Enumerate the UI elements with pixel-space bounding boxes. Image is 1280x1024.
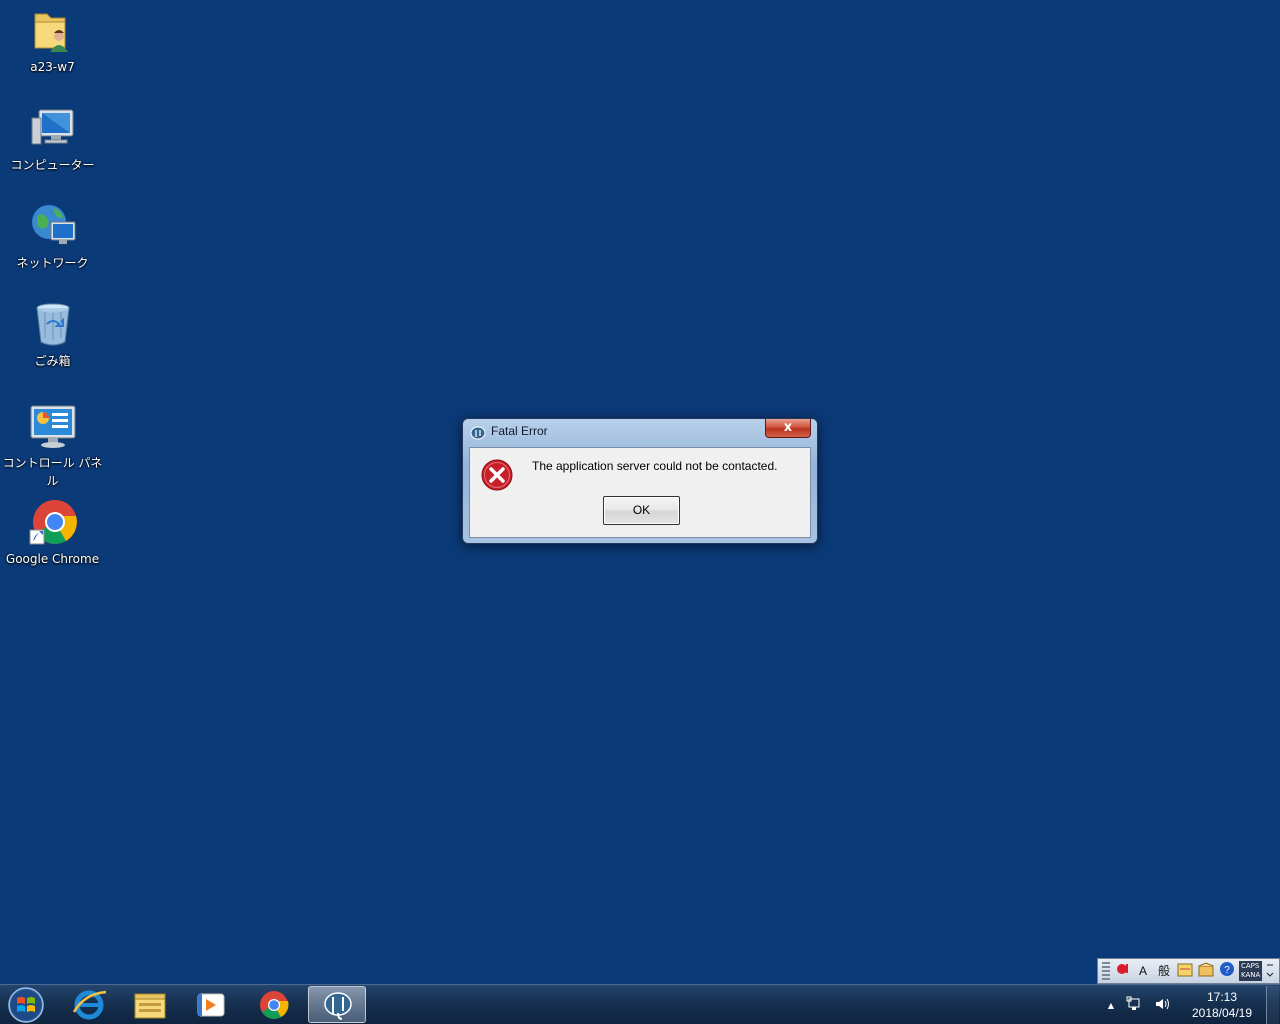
desktop-icon-computer[interactable]: コンピューター bbox=[0, 104, 105, 174]
file-explorer-icon bbox=[134, 993, 166, 1019]
taskbar-internet-explorer[interactable] bbox=[60, 986, 118, 1023]
taskbar: ▲ 17:13 2018/04/19 bbox=[0, 984, 1280, 1024]
desktop-icon-recycle-bin[interactable]: ごみ箱 bbox=[0, 300, 105, 370]
desktop-icon-control-panel[interactable]: コントロール パネル bbox=[0, 402, 105, 490]
desktop-icon-label: ごみ箱 bbox=[34, 354, 71, 368]
caps-indicator: CAPS bbox=[1241, 962, 1260, 970]
ime-tool-icon[interactable] bbox=[1197, 961, 1215, 981]
desktop-icon-google-chrome[interactable]: Google Chrome bbox=[0, 498, 105, 568]
kana-indicator: KANA bbox=[1241, 971, 1261, 979]
ime-input-mode[interactable]: A bbox=[1134, 961, 1152, 981]
pgadmin-elephant-icon bbox=[324, 992, 352, 1020]
chrome-icon bbox=[29, 498, 77, 546]
desktop-icon-label: ネットワーク bbox=[16, 256, 89, 270]
ime-conversion-mode[interactable]: 般 bbox=[1155, 961, 1173, 981]
ok-button[interactable]: OK bbox=[603, 496, 680, 525]
pgadmin-elephant-icon bbox=[470, 425, 486, 441]
ime-pad-icon[interactable] bbox=[1176, 961, 1194, 981]
desktop-icon-label: コントロール パネル bbox=[2, 456, 103, 488]
desktop-icon-label: コンピューター bbox=[10, 158, 95, 172]
desktop-icon-a23-w7[interactable]: a23-w7 bbox=[0, 6, 105, 76]
start-button[interactable] bbox=[4, 986, 48, 1024]
clock[interactable]: 17:13 2018/04/19 bbox=[1182, 989, 1262, 1021]
taskbar-google-chrome[interactable] bbox=[245, 986, 303, 1023]
error-message: The application server could not be cont… bbox=[532, 459, 778, 473]
show-desktop-button[interactable] bbox=[1266, 986, 1279, 1024]
fatal-error-dialog: Fatal Error x The application server cou… bbox=[462, 418, 818, 544]
taskbar-pgadmin[interactable] bbox=[308, 986, 366, 1023]
error-icon bbox=[481, 459, 513, 491]
computer-icon bbox=[29, 104, 77, 152]
dialog-titlebar[interactable]: Fatal Error x bbox=[463, 419, 817, 445]
volume-icon[interactable] bbox=[1154, 996, 1170, 1015]
dialog-body: The application server could not be cont… bbox=[469, 447, 811, 538]
system-tray: ▲ 17:13 2018/04/19 bbox=[1102, 985, 1280, 1024]
ime-status-icon[interactable] bbox=[1113, 961, 1131, 981]
close-button[interactable]: x bbox=[765, 419, 811, 438]
show-hidden-icons-button[interactable]: ▲ bbox=[1108, 1001, 1114, 1010]
chrome-icon bbox=[260, 991, 289, 1019]
network-status-icon[interactable] bbox=[1126, 996, 1142, 1015]
internet-explorer-icon bbox=[72, 990, 107, 1020]
close-icon: x bbox=[783, 420, 793, 435]
dialog-title: Fatal Error bbox=[491, 424, 548, 438]
media-player-icon bbox=[197, 993, 225, 1017]
minimize-langbar-icon[interactable] bbox=[1265, 961, 1275, 981]
start-orb-icon bbox=[8, 987, 44, 1023]
desktop-icon-label: a23-w7 bbox=[30, 60, 75, 74]
desktop-icon-network[interactable]: ネットワーク bbox=[0, 202, 105, 272]
recycle-bin-icon bbox=[29, 300, 77, 348]
ime-language-bar: A 般 ? CAPS KANA bbox=[1097, 958, 1280, 984]
ime-lock-indicators: CAPS KANA bbox=[1239, 961, 1263, 981]
network-icon bbox=[29, 202, 77, 250]
grip-handle-icon[interactable] bbox=[1102, 962, 1110, 980]
svg-text:?: ? bbox=[1224, 965, 1230, 976]
clock-date: 2018/04/19 bbox=[1191, 1006, 1253, 1020]
clock-time: 17:13 bbox=[1206, 990, 1238, 1004]
user-folder-icon bbox=[29, 6, 77, 54]
help-icon[interactable]: ? bbox=[1218, 961, 1236, 981]
desktop-icon-label: Google Chrome bbox=[5, 552, 100, 566]
taskbar-media-player[interactable] bbox=[182, 986, 240, 1023]
control-panel-icon bbox=[29, 402, 77, 450]
taskbar-file-explorer[interactable] bbox=[121, 986, 179, 1023]
